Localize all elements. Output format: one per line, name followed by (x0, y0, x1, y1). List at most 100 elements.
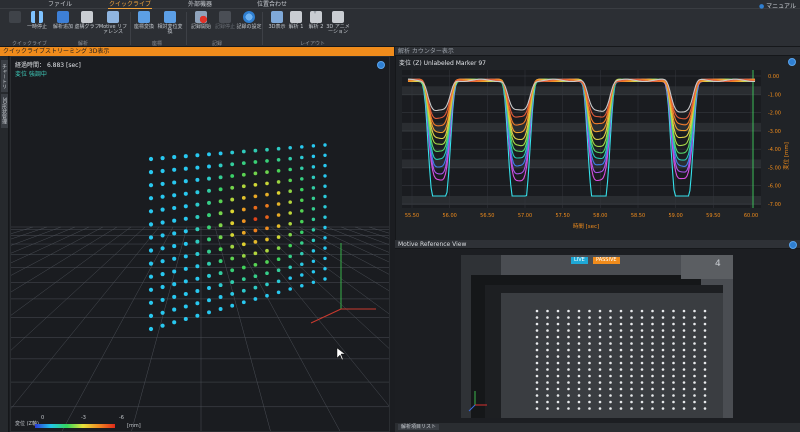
target-dot (577, 335, 581, 339)
record-stop-button[interactable]: 記録停止 (212, 11, 238, 39)
target-dot (556, 400, 560, 404)
graph-button[interactable]: 虚構グラフ (74, 11, 100, 39)
grid-line (11, 226, 48, 240)
layout-3d-animation-button[interactable]: 3D アニメーション (324, 11, 352, 39)
marker-dot (218, 259, 223, 264)
coord-transform-button[interactable]: 座標変換 (132, 11, 156, 39)
marker-dot (288, 287, 292, 291)
record-start-button[interactable]: 記録開始 (188, 11, 214, 39)
graph-icon (81, 11, 93, 23)
target-dot (546, 374, 549, 378)
marker-dot (253, 285, 258, 290)
grid-line (11, 226, 62, 246)
tab-external-device[interactable]: 外部機器 (180, 1, 220, 9)
target-dot (556, 374, 560, 378)
target-dot (630, 407, 633, 410)
target-dot (577, 394, 581, 397)
marker-dot (323, 225, 327, 230)
tab-chart-list[interactable]: チャートリスト (1, 60, 8, 92)
target-dot (609, 368, 612, 371)
right-panel-header: 解析 カウンター表示 (395, 47, 800, 56)
target-dot (546, 407, 549, 410)
x-tick-label: 59.50 (706, 213, 720, 219)
tab-alignment[interactable]: 位置合わせ (250, 1, 294, 9)
target-dot (619, 407, 623, 410)
target-dot (619, 342, 623, 345)
marker-dot (230, 221, 235, 226)
target-dot (556, 355, 560, 358)
target-dot (703, 361, 707, 365)
tab-quicklive[interactable]: クイックライブ (108, 1, 152, 9)
marker-dot (241, 242, 246, 247)
target-dot (661, 329, 665, 332)
marker-dot (265, 271, 269, 276)
marker-dot (148, 326, 154, 332)
target-dot (577, 342, 581, 345)
target-dot (567, 322, 570, 326)
displacement-chart-panel: 変位 (Z) Unlabeled Marker 97 55.50 56.00 56.… (395, 56, 800, 240)
marker-dot (253, 171, 258, 176)
grid-line (11, 226, 90, 264)
target-dot (535, 381, 539, 384)
motive-reference-button[interactable]: Motive リファレンス (98, 11, 128, 39)
marker-dot (183, 291, 188, 297)
analysis-list-tab[interactable]: 解析項目リスト (395, 423, 800, 432)
marker-dot (218, 199, 223, 204)
marker-dot (323, 246, 327, 250)
marker-dot (148, 209, 154, 214)
marker-dot (300, 283, 304, 288)
marker-dot (241, 161, 246, 165)
target-dot (651, 394, 654, 397)
tab-3d-shape[interactable]: 3D形状管理 (1, 94, 8, 128)
relative-transform-button[interactable]: 相対変位変換 (156, 11, 184, 39)
y-tick-label: -4.00 (768, 147, 781, 153)
target-dot (588, 361, 591, 365)
target-dot (640, 407, 644, 410)
marker-dot (148, 261, 154, 266)
marker-dot (207, 310, 211, 315)
marker-dot (207, 273, 211, 278)
target-dot (619, 316, 623, 319)
target-dot (693, 355, 696, 358)
layout-dropdown-button[interactable]: ▾ (308, 10, 322, 20)
target-dot (640, 329, 644, 332)
marker-dot (300, 155, 304, 160)
coord-transform-label: 座標変換 (133, 24, 154, 30)
marker-dot (148, 235, 154, 240)
target-dot (661, 400, 665, 404)
grid-line (340, 226, 389, 245)
record-settings-button[interactable]: 記録の設定 (236, 11, 262, 39)
target-dot (619, 368, 623, 371)
marker-dot (218, 163, 223, 168)
target-dot (588, 322, 591, 326)
video-title: Motive Reference View (398, 241, 467, 248)
3d-view[interactable]: 経過時間： 6.883 [sec] 変位 強調中 変位 (Z軸) 0 -3 -6… (10, 56, 390, 432)
target-dot (577, 368, 581, 371)
video-options-button[interactable] (789, 241, 797, 249)
video-panel-header: Motive Reference View (395, 240, 800, 249)
add-analysis-button[interactable]: 解析追加 (50, 11, 76, 39)
live-badge: LIVE (571, 257, 588, 264)
target-dot (672, 368, 675, 371)
motive-icon (107, 11, 119, 23)
marker-dot (160, 284, 165, 290)
target-dot (651, 355, 654, 358)
tab-file[interactable]: ファイル (40, 1, 80, 9)
target-dot (598, 394, 602, 397)
target-dot (630, 335, 633, 339)
marker-dot (160, 181, 165, 186)
layout-analysis1-button[interactable]: 解析 1 (286, 11, 306, 39)
view-options-button[interactable] (377, 61, 385, 69)
target-dot (682, 394, 686, 397)
marker-dot (183, 179, 188, 184)
target-dot (598, 348, 602, 352)
pause-button[interactable]: 一時停止 (24, 11, 50, 39)
target-dot (703, 381, 707, 384)
target-dot (693, 329, 696, 332)
marker-dot (300, 145, 304, 149)
marker-dot (276, 191, 281, 195)
target-dot (556, 348, 560, 352)
target-dot (703, 335, 707, 339)
marker-dot (195, 301, 200, 306)
marker-dot (183, 241, 188, 246)
